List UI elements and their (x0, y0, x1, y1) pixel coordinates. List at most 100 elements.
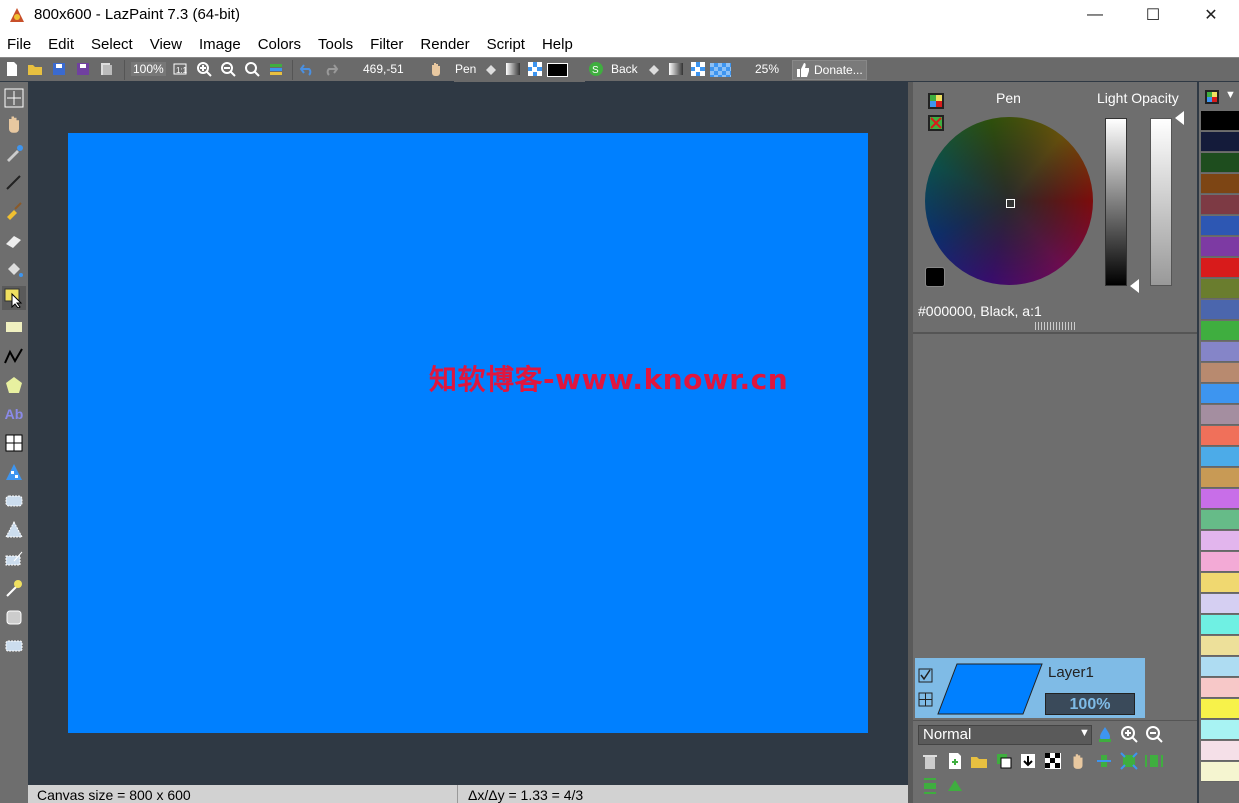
palette-swatch[interactable] (1201, 174, 1239, 194)
palette-swatch[interactable] (1201, 321, 1239, 341)
palette-menu-icon[interactable] (1204, 89, 1220, 105)
polygon-select-tool[interactable] (2, 518, 26, 542)
menu-file[interactable]: File (7, 36, 31, 53)
zoom-out-icon[interactable] (220, 61, 236, 77)
layer-blend-grid-icon[interactable] (918, 692, 933, 707)
palette-swatch[interactable] (1201, 195, 1239, 215)
menu-view[interactable]: View (150, 36, 182, 53)
duplicate-layer-icon[interactable] (995, 752, 1013, 770)
magic-wand-tool[interactable] (2, 576, 26, 600)
palette-swatch[interactable] (1201, 216, 1239, 236)
color-picker-tool[interactable] (2, 141, 26, 165)
move-tool[interactable] (2, 86, 26, 110)
panel-grip[interactable] (1035, 322, 1075, 330)
palette-swatch[interactable] (1201, 720, 1239, 740)
menu-image[interactable]: Image (199, 36, 241, 53)
palette-swatch[interactable] (1201, 342, 1239, 362)
back-gradient-icon[interactable] (668, 61, 684, 77)
palette-swatch[interactable] (1201, 384, 1239, 404)
close-button[interactable]: ✕ (1182, 0, 1239, 30)
new-layer-icon[interactable] (946, 752, 964, 770)
zoom-level-label[interactable]: 100% (131, 62, 166, 76)
layer-visible-checkbox-icon[interactable] (918, 668, 933, 683)
current-color-swatch[interactable] (925, 267, 945, 287)
lightness-slider-handle-icon[interactable] (1130, 279, 1139, 293)
palette-swatch[interactable] (1201, 153, 1239, 173)
blend-mode-select[interactable]: Normal ▼ (918, 725, 1092, 745)
palette-swatch[interactable] (1201, 531, 1239, 551)
palette-swatch[interactable] (1201, 111, 1239, 131)
palette-swatch[interactable] (1201, 615, 1239, 635)
fill-solid-icon[interactable] (483, 61, 499, 77)
hand-icon[interactable] (428, 61, 444, 77)
palette-swatch[interactable] (1201, 426, 1239, 446)
menu-help[interactable]: Help (542, 36, 573, 53)
layer-hand-icon[interactable] (1069, 752, 1087, 770)
flip-vertical-icon[interactable] (921, 777, 939, 795)
eraser-tool[interactable] (2, 228, 26, 252)
palette-swatch[interactable] (1201, 552, 1239, 572)
palette-swatch[interactable] (1201, 237, 1239, 257)
palette-swatch[interactable] (1201, 678, 1239, 698)
hand-tool[interactable] (2, 112, 26, 136)
palette-swatch[interactable] (1201, 657, 1239, 677)
opacity-drop-icon[interactable] (1096, 725, 1114, 743)
back-texture-icon[interactable] (690, 61, 706, 77)
palette-swatch[interactable] (1201, 447, 1239, 467)
deform-tool[interactable] (2, 431, 26, 455)
center-layer-icon[interactable] (1145, 752, 1163, 770)
open-layer-icon[interactable] (970, 752, 988, 770)
palette-swatch[interactable] (1201, 279, 1239, 299)
zoom-in-icon[interactable] (196, 61, 212, 77)
palette-swatch[interactable] (1201, 363, 1239, 383)
palette-swatch[interactable] (1201, 594, 1239, 614)
color-reset-icon[interactable] (927, 114, 945, 132)
palette-swatch[interactable] (1201, 489, 1239, 509)
donate-button[interactable]: Donate... (792, 60, 867, 80)
menu-select[interactable]: Select (91, 36, 133, 53)
menu-filter[interactable]: Filter (370, 36, 403, 53)
palette-swatch[interactable] (1201, 762, 1239, 782)
palette-swatch[interactable] (1201, 405, 1239, 425)
select-pen-tool[interactable] (2, 605, 26, 629)
palette-swatch[interactable] (1201, 573, 1239, 593)
move-layer-up-icon[interactable] (946, 777, 964, 795)
export-icon[interactable] (98, 61, 114, 77)
brush-tool[interactable] (2, 199, 26, 223)
menu-edit[interactable]: Edit (48, 36, 74, 53)
opacity-slider-handle-icon[interactable] (1175, 111, 1184, 125)
fit-layer-icon[interactable] (1120, 752, 1138, 770)
palette-swatch[interactable] (1201, 258, 1239, 278)
layer-opacity[interactable]: 100% (1045, 693, 1135, 715)
select-rect-tool[interactable] (2, 634, 26, 658)
swap-colors-icon[interactable]: S (588, 61, 604, 77)
menu-script[interactable]: Script (487, 36, 525, 53)
palette-swatch[interactable] (1201, 636, 1239, 656)
flip-horizontal-icon[interactable] (1095, 752, 1113, 770)
maximize-button[interactable]: ☐ (1124, 0, 1182, 30)
palette-swatch[interactable] (1201, 132, 1239, 152)
color-mode-icon[interactable] (927, 92, 945, 110)
palette-swatch[interactable] (1201, 699, 1239, 719)
lasso-tool[interactable] (2, 489, 26, 513)
polyline-tool[interactable] (2, 344, 26, 368)
layers-icon[interactable] (268, 61, 284, 77)
redo-icon[interactable] (323, 61, 339, 77)
pen-color-swatch[interactable] (547, 63, 568, 77)
text-tool[interactable]: Ab (2, 402, 26, 426)
trash-icon[interactable] (921, 752, 939, 770)
palette-dropdown-icon[interactable]: ▼ (1225, 89, 1236, 101)
back-fill-solid-icon[interactable] (646, 61, 662, 77)
rasterize-icon[interactable] (1044, 752, 1062, 770)
merge-down-icon[interactable] (1019, 752, 1037, 770)
open-folder-icon[interactable] (27, 61, 43, 77)
zoom-layer-in-icon[interactable] (1120, 725, 1138, 743)
minimize-button[interactable]: — (1066, 0, 1124, 30)
undo-icon[interactable] (299, 61, 315, 77)
palette-swatch[interactable] (1201, 468, 1239, 488)
spline-select-tool[interactable] (2, 547, 26, 571)
actual-size-icon[interactable]: 1:1 (172, 61, 188, 77)
palette-swatch[interactable] (1201, 300, 1239, 320)
back-color-swatch[interactable] (710, 63, 731, 77)
opacity-slider[interactable] (1150, 118, 1172, 286)
